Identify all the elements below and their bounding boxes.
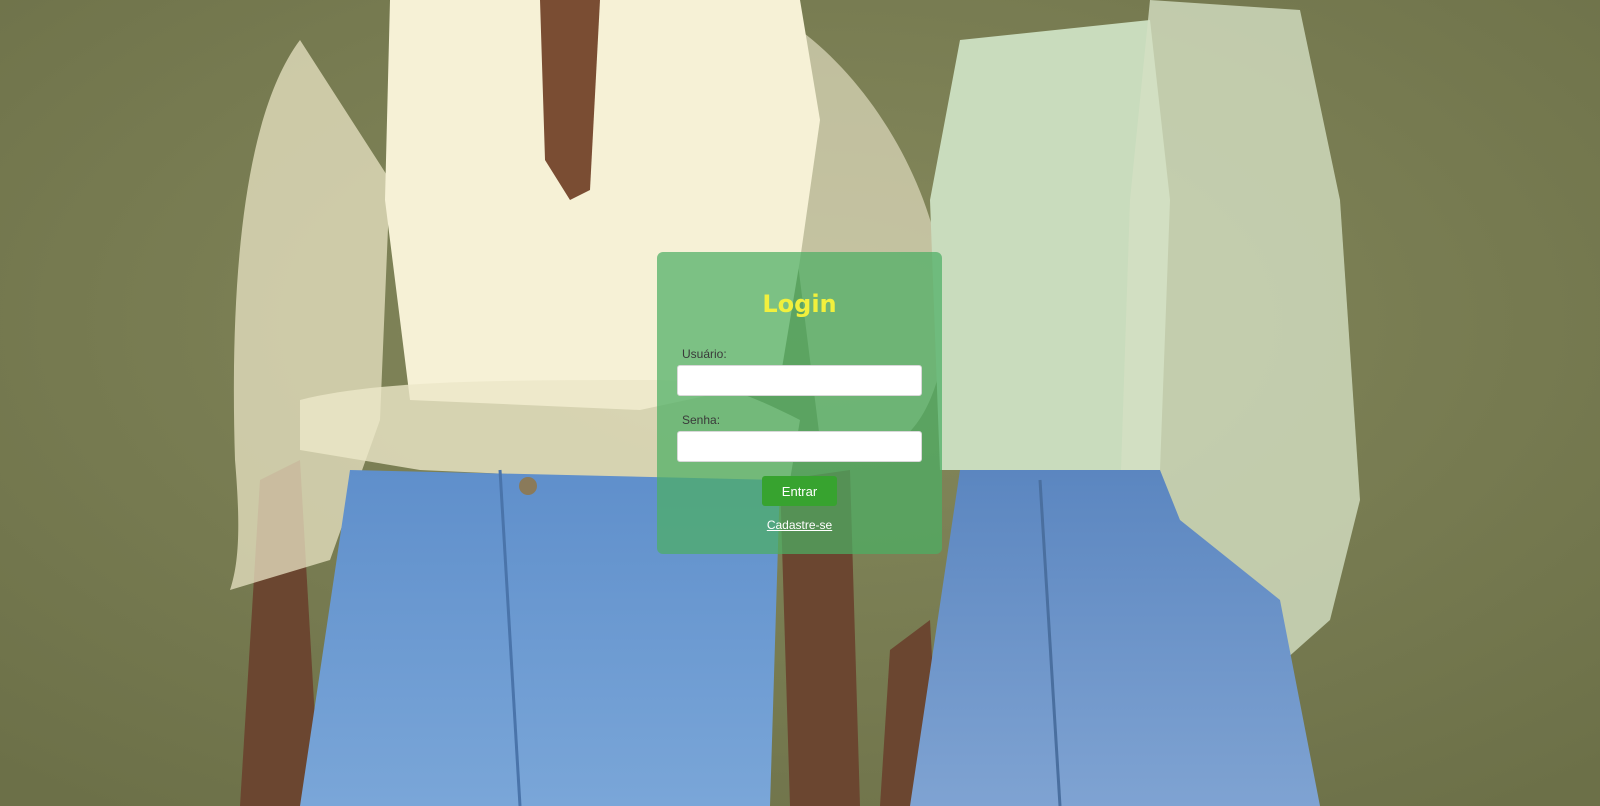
login-page: Login Usuário: Senha: Entrar Cadastre-se [0,0,1600,806]
register-link[interactable]: Cadastre-se [657,518,942,532]
login-title: Login [762,290,837,318]
password-label: Senha: [682,413,721,427]
password-input[interactable] [677,431,922,462]
submit-button[interactable]: Entrar [762,476,837,506]
login-card: Login Usuário: Senha: Entrar Cadastre-se [657,252,942,554]
username-label: Usuário: [682,347,727,361]
username-input[interactable] [677,365,922,396]
